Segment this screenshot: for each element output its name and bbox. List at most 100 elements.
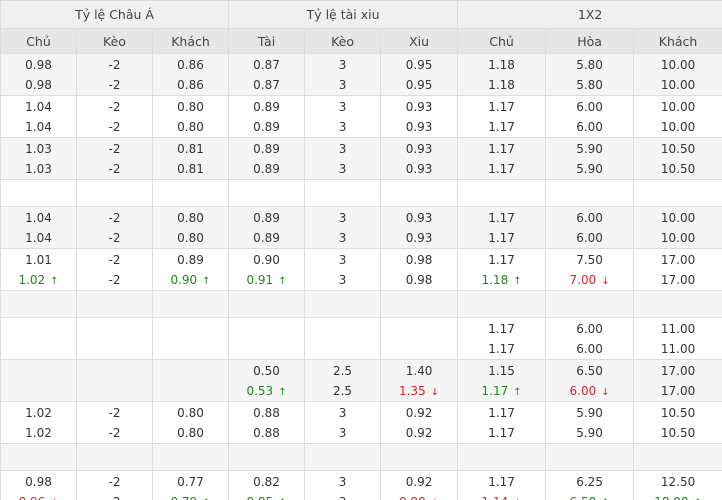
odds-cell-away: 0.86 0.86 <box>151 53 230 96</box>
odds-value-text: 1.17 <box>488 231 515 245</box>
odds-value: 0.89 <box>229 97 304 117</box>
odds-value-text: 6.00 <box>569 384 597 398</box>
odds-cell-draw: 5.80 5.80 <box>545 53 635 96</box>
odds-value-text: 0.89 <box>177 253 204 267</box>
odds-value-text: 1.04 <box>25 231 52 245</box>
odds-value-text: 10.00 <box>660 100 696 114</box>
odds-value-text: 3 <box>338 406 347 420</box>
odds-cell-away <box>151 359 230 402</box>
odds-cell-over <box>228 443 306 471</box>
odds-value: 1.02 ↑ <box>1 270 76 290</box>
odds-value: 0.90↓ <box>381 492 457 500</box>
odds-cell-home: 0.98 0.96↓ <box>0 470 77 500</box>
odds-value-text: 1.18 <box>481 273 509 287</box>
odds-value-text: 6.00 <box>576 231 603 245</box>
odds-value-text: 0.93 <box>405 120 433 134</box>
odds-value: 1.04 <box>1 117 76 137</box>
odds-cell-handicap <box>76 443 153 471</box>
table-row-spacer <box>0 290 722 318</box>
table-row: 1.04 1.04 -2 -2 0.80 0.80 0.89 0.89 3 3 0.93 0.93 1.… <box>0 95 722 138</box>
odds-value-text: 0.85 <box>246 495 273 500</box>
odds-value: 3 <box>305 117 380 137</box>
odds-cell-home: 1.04 1.04 <box>0 95 77 138</box>
odds-value: 0.80 <box>153 97 228 117</box>
odds-value-text: 1.17 <box>481 384 509 398</box>
odds-value-text: 1.17 <box>488 211 515 225</box>
odds-value: 0.89 <box>153 250 228 270</box>
odds-cell-x-home <box>457 290 547 318</box>
odds-cell-x-away <box>633 290 722 318</box>
table-row: 0.980.96↓-2-20.770.79↑0.820.85↑330.920.9… <box>0 470 722 500</box>
odds-value: 3 <box>305 55 380 75</box>
odds-value-text: 6.50 <box>576 364 603 378</box>
odds-value-text: 10.00 <box>660 78 696 92</box>
odds-value-text: -2 <box>108 142 121 156</box>
odds-value: 1.17 <box>458 139 545 159</box>
odds-value-text: 0.89 <box>253 100 280 114</box>
odds-value-text: 10.00 <box>660 211 696 225</box>
odds-value: 1.17 <box>458 403 545 423</box>
odds-value-text: 0.93 <box>405 100 433 114</box>
odds-value-text: 0.98 <box>25 78 52 92</box>
odds-value: 1.04 <box>1 97 76 117</box>
odds-value-text: 10.50 <box>660 426 696 440</box>
odds-value: 0.89 <box>229 159 304 179</box>
odds-value-text: 1.40 <box>405 364 433 378</box>
odds-value-text: 17.00 <box>660 253 696 267</box>
odds-value-text: -2 <box>108 426 121 440</box>
odds-value-text: -2 <box>108 273 121 287</box>
odds-value: 10.00 <box>634 55 722 75</box>
odds-value: 1.17 <box>458 159 545 179</box>
odds-cell-draw <box>545 290 635 318</box>
odds-cell-line: 33 <box>304 137 382 180</box>
odds-value-text: 0.87 <box>253 58 280 72</box>
group-header-over-under: Tỷ lệ tài xiu <box>228 0 459 29</box>
odds-value-text: -2 <box>108 475 121 489</box>
odds-value-text: 1.18 <box>488 78 515 92</box>
odds-value-text: 1.15 <box>488 364 515 378</box>
odds-value: -2 <box>77 228 152 248</box>
odds-value-text: 0.87 <box>253 78 280 92</box>
odds-value: 18.00↑ <box>634 492 722 500</box>
odds-cell-home: 1.02 1.02 <box>0 401 77 444</box>
odds-value: 1.17 <box>458 117 545 137</box>
odds-value-text: 1.35 <box>398 384 426 398</box>
odds-value-text: 0.92 <box>405 426 433 440</box>
odds-cell-draw: 6.50 6.00 ↓ <box>545 359 635 402</box>
odds-cell-under: 1.40 1.35 ↓ <box>380 359 459 402</box>
odds-cell-away: 0.80 0.80 <box>151 95 230 138</box>
odds-value: 6.00 <box>546 117 633 137</box>
odds-cell-home <box>0 443 77 471</box>
odds-value-text: -2 <box>108 78 121 92</box>
odds-value-text: 1.02 <box>25 426 52 440</box>
odds-value-text: 0.93 <box>405 211 433 225</box>
odds-value: 2.5 <box>305 381 380 401</box>
odds-value-text: 5.90 <box>576 406 603 420</box>
odds-value: 1.17 <box>458 472 545 492</box>
odds-value: 10.50 <box>634 139 722 159</box>
odds-value-text: 10.50 <box>660 406 696 420</box>
odds-value-text: -2 <box>108 120 121 134</box>
odds-cell-under: 0.98 0.98 <box>380 248 459 291</box>
odds-value: 5.90 <box>546 423 633 443</box>
odds-value-text: 0.77 <box>177 475 204 489</box>
odds-value-text: -2 <box>108 162 121 176</box>
odds-cell-home <box>0 317 77 360</box>
odds-value: 11.00 <box>634 339 722 359</box>
column-header-row: Chủ Kèo Khách Tài Kèo Xiu Chủ Hòa Khách <box>0 28 722 54</box>
odds-value: 2.5 <box>305 361 380 381</box>
odds-table: Tỷ lệ Châu Á Tỷ lệ tài xiu 1X2 Chủ Kèo K… <box>0 0 722 500</box>
odds-value: 17.00 <box>634 361 722 381</box>
odds-value: 6.00 <box>546 228 633 248</box>
odds-value-text: 1.04 <box>25 120 52 134</box>
odds-value-text: 5.90 <box>576 142 603 156</box>
odds-cell-under <box>380 317 459 360</box>
odds-value: 0.92 <box>381 472 457 492</box>
odds-value-text: 0.80 <box>177 211 204 225</box>
odds-value: 1.17 <box>458 319 545 339</box>
odds-value: 1.17 <box>458 339 545 359</box>
odds-value-text: 0.80 <box>177 100 204 114</box>
odds-value: 0.93 <box>381 139 457 159</box>
odds-value: 0.98 <box>1 75 76 95</box>
odds-cell-away <box>151 317 230 360</box>
